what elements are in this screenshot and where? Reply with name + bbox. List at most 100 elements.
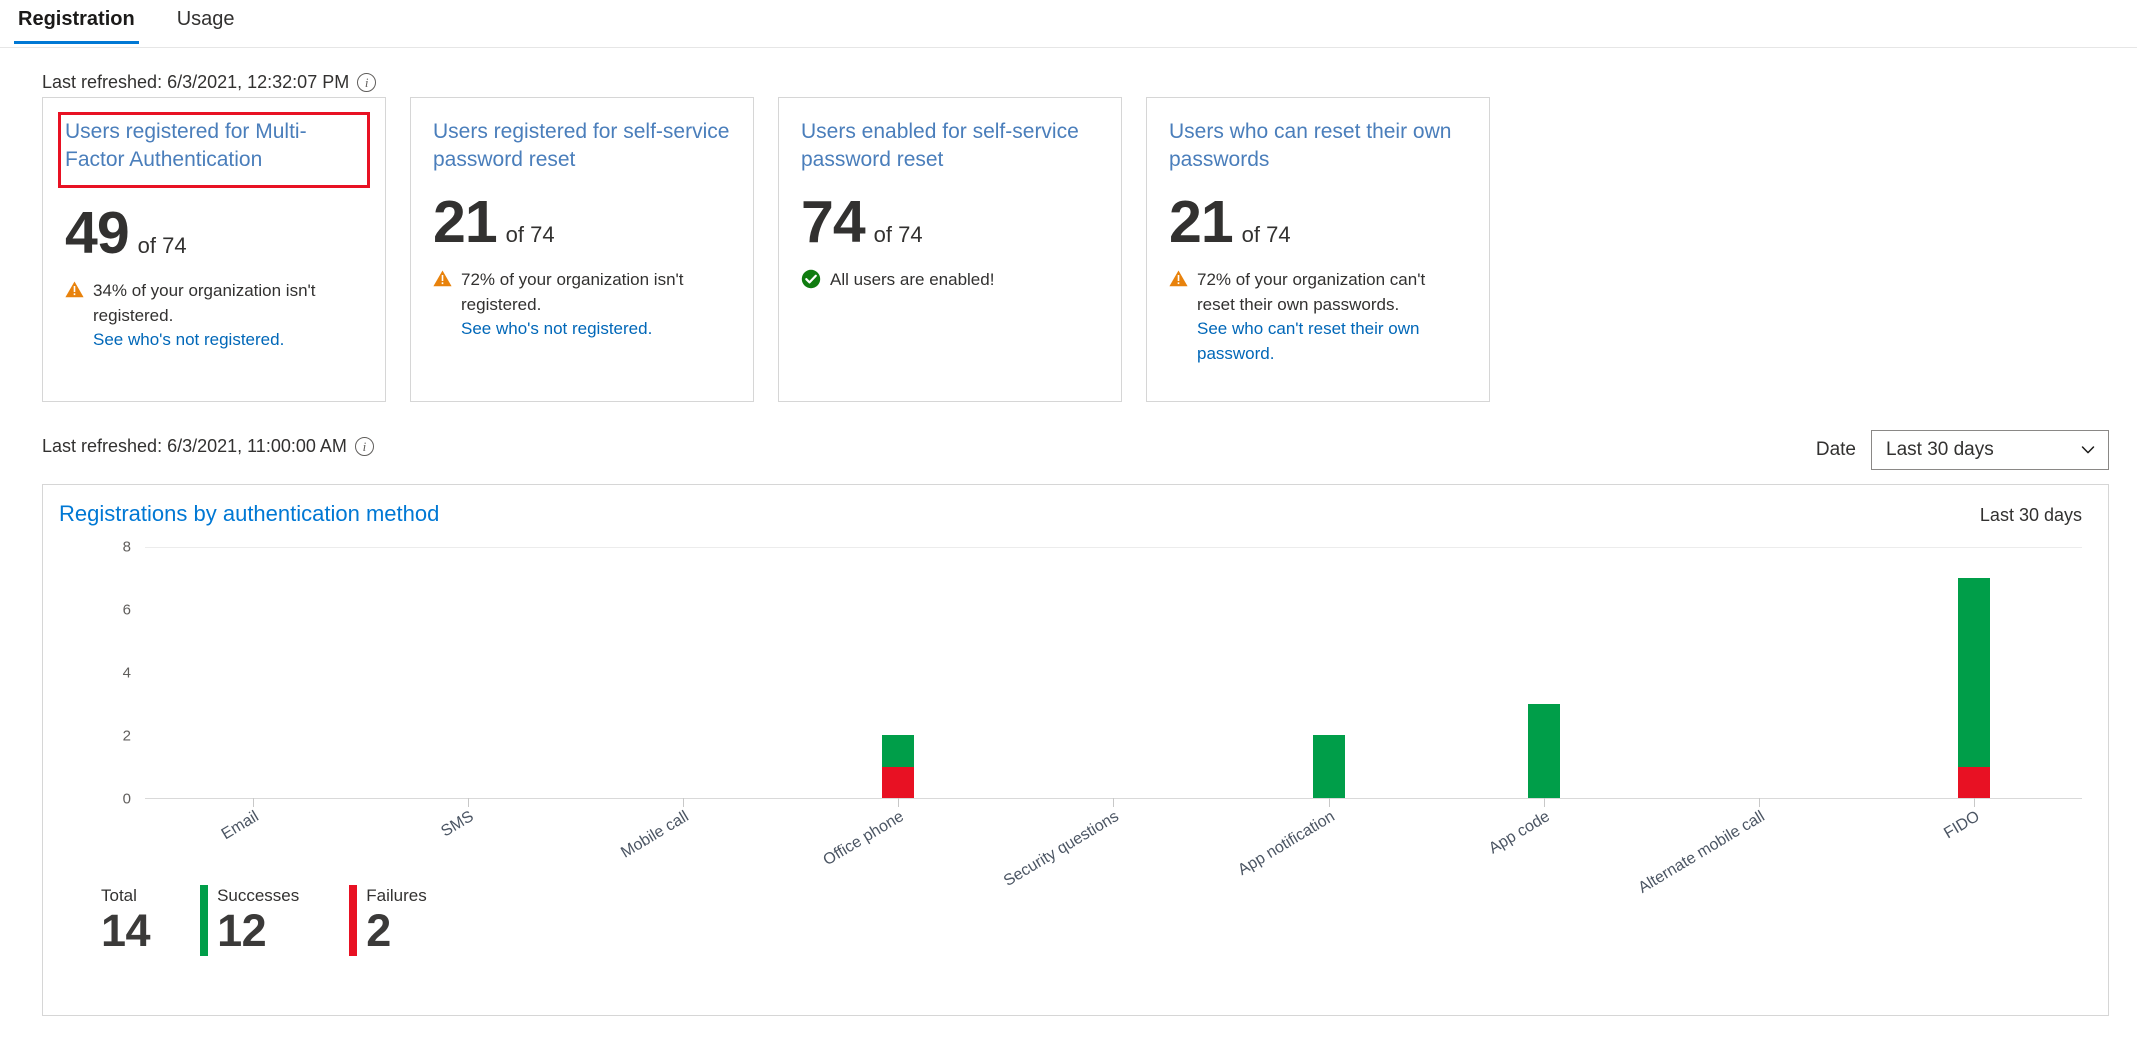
info-icon[interactable]: i <box>357 73 377 92</box>
x-axis-label: App code <box>1485 808 1553 858</box>
summary-item: Total 14 <box>101 885 151 956</box>
kpi-metric: 49 of 74 <box>65 203 363 262</box>
kpi-note-link[interactable]: See who's not registered. <box>93 330 284 349</box>
x-label-slot: FIDO <box>1867 800 2082 890</box>
chart-header: Registrations by authentication method L… <box>43 485 2108 527</box>
bar-slot <box>360 547 575 807</box>
bar-slot <box>1652 547 1867 807</box>
summary-item: Failures 2 <box>349 885 427 956</box>
bar-segment-failures <box>1958 766 1991 798</box>
x-label-slot: Mobile call <box>575 800 790 890</box>
summary-label: Failures <box>366 886 427 905</box>
stacked-bar[interactable] <box>1312 735 1345 798</box>
kpi-note-body: 34% of your organization isn't registere… <box>93 279 363 353</box>
x-axis-label: Email <box>218 808 262 844</box>
y-axis-tick: 8 <box>122 538 131 556</box>
success-check-icon <box>801 269 821 289</box>
kpi-card-can-reset-passwords[interactable]: Users who can reset their own passwords … <box>1146 97 1490 402</box>
x-label-slot: App code <box>1436 800 1651 890</box>
warning-icon <box>1169 270 1188 287</box>
chart-title[interactable]: Registrations by authentication method <box>59 501 439 527</box>
bar-segment-successes <box>1958 577 1991 767</box>
kpi-note-text: 34% of your organization isn't registere… <box>93 280 316 325</box>
stacked-bar[interactable] <box>1527 703 1560 798</box>
summary-value: 12 <box>217 905 267 957</box>
kpi-card-title-box: Users registered for self-service passwo… <box>433 118 731 174</box>
chart-summary-legend: Total 14 Successes 12 Failures 2 <box>101 885 427 956</box>
bar-slot <box>1221 547 1436 807</box>
summary-color-swatch <box>200 885 209 956</box>
info-icon[interactable]: i <box>354 437 374 456</box>
y-axis-tick: 4 <box>122 664 131 682</box>
x-label-slot: App notification <box>1221 800 1436 890</box>
x-label-slot: Office phone <box>791 800 1006 890</box>
x-axis-label: Office phone <box>820 808 908 870</box>
bar-slot <box>575 547 790 807</box>
tab-registration[interactable]: Registration <box>14 0 139 44</box>
kpi-note-text: 72% of your organization can't reset the… <box>1197 269 1426 314</box>
x-label-slot: Email <box>145 800 360 890</box>
summary-item: Successes 12 <box>200 885 299 956</box>
tab-registration-label: Registration <box>18 8 135 30</box>
chart-plot: 0 2 4 6 8 Email SMS Mobile call Office phone Sec… <box>61 539 2090 897</box>
x-axis-label: App notification <box>1234 808 1338 879</box>
kpi-note: 34% of your organization isn't registere… <box>65 279 363 353</box>
bar-slot <box>1436 547 1651 807</box>
summary-label: Successes <box>217 886 300 905</box>
kpi-card-mfa-registered[interactable]: Users registered for Multi-Factor Authen… <box>42 97 386 402</box>
kpi-card-sspr-enabled[interactable]: Users enabled for self-service password … <box>778 97 1122 402</box>
x-axis-label: Mobile call <box>618 808 692 862</box>
bar-segment-failures <box>882 766 915 798</box>
warning-icon <box>65 281 84 298</box>
kpi-card-sspr-registered[interactable]: Users registered for self-service passwo… <box>410 97 754 402</box>
bar-segment-successes <box>882 735 915 767</box>
last-refreshed-chart-text: Last refreshed: 6/3/2021, 11:00:00 AM <box>42 436 347 456</box>
chart-panel: Registrations by authentication method L… <box>42 484 2109 1016</box>
x-axis-label: SMS <box>438 808 477 841</box>
page-root: Registration Usage Last refreshed: 6/3/2… <box>0 0 2137 1047</box>
kpi-note: 72% of your organization can't reset the… <box>1169 268 1467 367</box>
kpi-metric: 74 of 74 <box>801 188 1099 255</box>
last-refreshed-cards-text: Last refreshed: 6/3/2021, 12:32:07 PM <box>42 72 350 92</box>
x-axis-labels: Email SMS Mobile call Office phone Security … <box>145 800 2082 897</box>
kpi-card-title[interactable]: Users registered for Multi-Factor Authen… <box>65 118 363 174</box>
x-label-slot: Alternate mobile call <box>1636 800 1867 897</box>
kpi-value: 74 <box>801 188 866 255</box>
kpi-total: of 74 <box>1241 221 1291 247</box>
summary-color-swatch <box>349 885 358 956</box>
kpi-note-body: 72% of your organization isn't registere… <box>461 268 731 342</box>
kpi-note: 72% of your organization isn't registere… <box>433 268 731 342</box>
x-axis-label: Alternate mobile call <box>1635 808 1768 897</box>
bar-segment-successes <box>1527 703 1560 798</box>
y-axis-ticks: 0 2 4 6 8 <box>61 539 131 808</box>
kpi-card-title[interactable]: Users enabled for self-service password … <box>801 118 1099 174</box>
kpi-card-title-box: Users enabled for self-service password … <box>801 118 1099 174</box>
bar-slot <box>145 547 360 807</box>
kpi-note-link[interactable]: See who can't reset their own password. <box>1197 319 1419 363</box>
kpi-note: All users are enabled! <box>801 268 1099 293</box>
kpi-card-row: Users registered for Multi-Factor Authen… <box>42 97 1490 402</box>
y-axis-tick: 6 <box>122 601 131 619</box>
stacked-bar[interactable] <box>882 735 915 798</box>
x-label-slot: Security questions <box>1001 800 1221 890</box>
summary-body: Failures 2 <box>366 885 426 956</box>
kpi-total: of 74 <box>505 221 555 247</box>
summary-value: 2 <box>366 905 391 957</box>
tab-bar: Registration Usage <box>0 0 2137 48</box>
bar-slot <box>1867 547 2082 807</box>
stacked-bar[interactable] <box>1958 577 1991 798</box>
tab-usage[interactable]: Usage <box>173 0 239 44</box>
date-filter: Date Last 30 days <box>1816 430 2109 470</box>
kpi-metric: 21 of 74 <box>1169 192 1467 251</box>
kpi-note-text: All users are enabled! <box>830 269 995 289</box>
kpi-card-title[interactable]: Users who can reset their own passwords <box>1169 118 1467 174</box>
date-range-select[interactable]: Last 30 days <box>1871 430 2109 470</box>
y-axis-tick: 2 <box>122 727 131 745</box>
date-range-value: Last 30 days <box>1886 439 1994 460</box>
last-refreshed-chart: Last refreshed: 6/3/2021, 11:00:00 AM i <box>42 436 374 457</box>
warning-icon <box>433 270 452 287</box>
kpi-card-title[interactable]: Users registered for self-service passwo… <box>433 118 731 174</box>
tab-usage-label: Usage <box>176 8 235 30</box>
kpi-note-link[interactable]: See who's not registered. <box>461 319 652 338</box>
last-refreshed-cards: Last refreshed: 6/3/2021, 12:32:07 PM i <box>42 72 377 93</box>
